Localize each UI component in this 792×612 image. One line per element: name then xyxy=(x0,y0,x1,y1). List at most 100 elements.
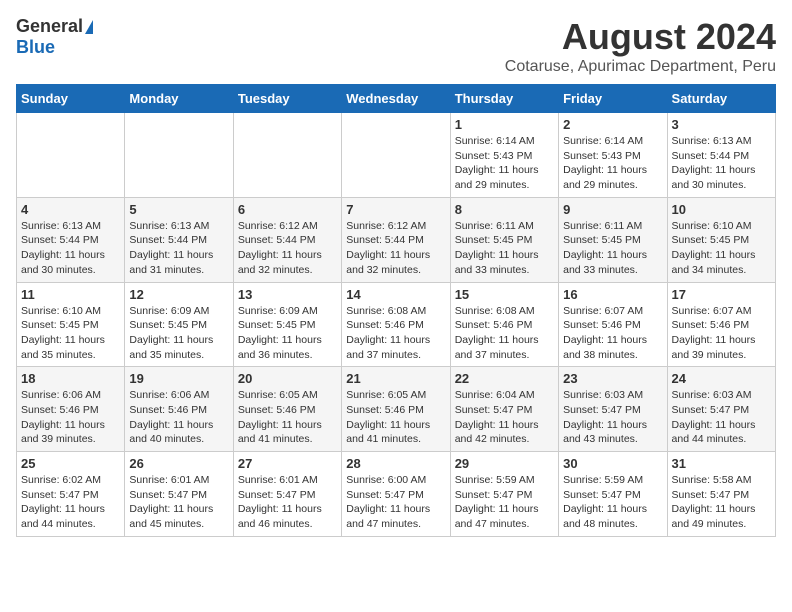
calendar-header-row: SundayMondayTuesdayWednesdayThursdayFrid… xyxy=(17,85,776,113)
calendar-day-cell: 26 Sunrise: 6:01 AM Sunset: 5:47 PM Dayli… xyxy=(125,452,233,537)
day-number: 20 xyxy=(238,371,337,386)
calendar-day-cell: 5 Sunrise: 6:13 AM Sunset: 5:44 PM Daylig… xyxy=(125,197,233,282)
calendar-week-row: 25 Sunrise: 6:02 AM Sunset: 5:47 PM Dayli… xyxy=(17,452,776,537)
day-info: Sunrise: 6:11 AM Sunset: 5:45 PM Dayligh… xyxy=(455,219,554,278)
day-number: 14 xyxy=(346,287,445,302)
day-number: 28 xyxy=(346,456,445,471)
day-number: 21 xyxy=(346,371,445,386)
day-info: Sunrise: 6:08 AM Sunset: 5:46 PM Dayligh… xyxy=(455,304,554,363)
calendar-day-cell: 19 Sunrise: 6:06 AM Sunset: 5:46 PM Dayli… xyxy=(125,367,233,452)
calendar-day-cell: 2 Sunrise: 6:14 AM Sunset: 5:43 PM Daylig… xyxy=(559,113,667,198)
calendar-day-header: Wednesday xyxy=(342,85,450,113)
day-info: Sunrise: 6:06 AM Sunset: 5:46 PM Dayligh… xyxy=(21,388,120,447)
calendar-day-cell: 14 Sunrise: 6:08 AM Sunset: 5:46 PM Dayli… xyxy=(342,282,450,367)
calendar-week-row: 4 Sunrise: 6:13 AM Sunset: 5:44 PM Daylig… xyxy=(17,197,776,282)
day-info: Sunrise: 6:05 AM Sunset: 5:46 PM Dayligh… xyxy=(238,388,337,447)
calendar-day-cell: 12 Sunrise: 6:09 AM Sunset: 5:45 PM Dayli… xyxy=(125,282,233,367)
calendar-day-cell: 29Sunrise: 5:59 AM Sunset: 5:47 PM Dayli… xyxy=(450,452,558,537)
calendar-week-row: 1 Sunrise: 6:14 AM Sunset: 5:43 PM Daylig… xyxy=(17,113,776,198)
logo-triangle-icon xyxy=(85,20,93,34)
page-header: General Blue August 2024 Cotaruse, Apuri… xyxy=(16,16,776,76)
logo-general-text: General xyxy=(16,16,83,37)
day-number: 7 xyxy=(346,202,445,217)
day-number: 9 xyxy=(563,202,662,217)
subtitle: Cotaruse, Apurimac Department, Peru xyxy=(505,58,776,76)
day-info: Sunrise: 6:01 AM Sunset: 5:47 PM Dayligh… xyxy=(238,473,337,532)
day-number: 22 xyxy=(455,371,554,386)
day-info: Sunrise: 6:09 AM Sunset: 5:45 PM Dayligh… xyxy=(238,304,337,363)
day-info: Sunrise: 6:07 AM Sunset: 5:46 PM Dayligh… xyxy=(563,304,662,363)
day-number: 2 xyxy=(563,117,662,132)
day-number: 19 xyxy=(129,371,228,386)
day-number: 29 xyxy=(455,456,554,471)
day-info: Sunrise: 6:03 AM Sunset: 5:47 PM Dayligh… xyxy=(563,388,662,447)
calendar-day-cell xyxy=(17,113,125,198)
calendar-day-cell: 17Sunrise: 6:07 AM Sunset: 5:46 PM Dayli… xyxy=(667,282,775,367)
day-number: 24 xyxy=(672,371,771,386)
day-info: Sunrise: 6:13 AM Sunset: 5:44 PM Dayligh… xyxy=(129,219,228,278)
calendar-day-cell: 7Sunrise: 6:12 AM Sunset: 5:44 PM Daylig… xyxy=(342,197,450,282)
day-info: Sunrise: 6:06 AM Sunset: 5:46 PM Dayligh… xyxy=(129,388,228,447)
day-info: Sunrise: 5:59 AM Sunset: 5:47 PM Dayligh… xyxy=(563,473,662,532)
logo: General Blue xyxy=(16,16,93,58)
calendar-day-cell: 18 Sunrise: 6:06 AM Sunset: 5:46 PM Dayli… xyxy=(17,367,125,452)
calendar-day-cell: 6Sunrise: 6:12 AM Sunset: 5:44 PM Daylig… xyxy=(233,197,341,282)
day-number: 13 xyxy=(238,287,337,302)
day-number: 18 xyxy=(21,371,120,386)
day-number: 4 xyxy=(21,202,120,217)
day-number: 8 xyxy=(455,202,554,217)
calendar-day-cell xyxy=(233,113,341,198)
day-number: 11 xyxy=(21,287,120,302)
day-info: Sunrise: 6:08 AM Sunset: 5:46 PM Dayligh… xyxy=(346,304,445,363)
main-title: August 2024 xyxy=(505,16,776,58)
day-number: 6 xyxy=(238,202,337,217)
calendar-day-header: Thursday xyxy=(450,85,558,113)
day-number: 3 xyxy=(672,117,771,132)
day-number: 1 xyxy=(455,117,554,132)
day-info: Sunrise: 6:14 AM Sunset: 5:43 PM Dayligh… xyxy=(563,134,662,193)
calendar-day-cell: 27 Sunrise: 6:01 AM Sunset: 5:47 PM Dayli… xyxy=(233,452,341,537)
calendar-day-cell: 23Sunrise: 6:03 AM Sunset: 5:47 PM Dayli… xyxy=(559,367,667,452)
day-info: Sunrise: 6:01 AM Sunset: 5:47 PM Dayligh… xyxy=(129,473,228,532)
calendar-day-cell: 11 Sunrise: 6:10 AM Sunset: 5:45 PM Dayli… xyxy=(17,282,125,367)
day-number: 5 xyxy=(129,202,228,217)
day-info: Sunrise: 6:11 AM Sunset: 5:45 PM Dayligh… xyxy=(563,219,662,278)
calendar-day-cell: 8 Sunrise: 6:11 AM Sunset: 5:45 PM Daylig… xyxy=(450,197,558,282)
calendar-day-cell: 28 Sunrise: 6:00 AM Sunset: 5:47 PM Dayli… xyxy=(342,452,450,537)
day-number: 26 xyxy=(129,456,228,471)
calendar-day-cell: 10Sunrise: 6:10 AM Sunset: 5:45 PM Dayli… xyxy=(667,197,775,282)
calendar-day-cell: 20 Sunrise: 6:05 AM Sunset: 5:46 PM Dayli… xyxy=(233,367,341,452)
calendar-day-cell: 4 Sunrise: 6:13 AM Sunset: 5:44 PM Daylig… xyxy=(17,197,125,282)
calendar-table: SundayMondayTuesdayWednesdayThursdayFrid… xyxy=(16,84,776,537)
day-number: 30 xyxy=(563,456,662,471)
calendar-day-header: Sunday xyxy=(17,85,125,113)
calendar-day-header: Saturday xyxy=(667,85,775,113)
day-info: Sunrise: 5:58 AM Sunset: 5:47 PM Dayligh… xyxy=(672,473,771,532)
day-info: Sunrise: 6:13 AM Sunset: 5:44 PM Dayligh… xyxy=(21,219,120,278)
logo-blue-text: Blue xyxy=(16,37,55,58)
day-info: Sunrise: 6:04 AM Sunset: 5:47 PM Dayligh… xyxy=(455,388,554,447)
calendar-day-cell: 31Sunrise: 5:58 AM Sunset: 5:47 PM Dayli… xyxy=(667,452,775,537)
day-info: Sunrise: 6:07 AM Sunset: 5:46 PM Dayligh… xyxy=(672,304,771,363)
day-info: Sunrise: 6:13 AM Sunset: 5:44 PM Dayligh… xyxy=(672,134,771,193)
calendar-week-row: 18 Sunrise: 6:06 AM Sunset: 5:46 PM Dayli… xyxy=(17,367,776,452)
calendar-day-cell xyxy=(342,113,450,198)
day-info: Sunrise: 6:03 AM Sunset: 5:47 PM Dayligh… xyxy=(672,388,771,447)
calendar-day-cell: 25 Sunrise: 6:02 AM Sunset: 5:47 PM Dayli… xyxy=(17,452,125,537)
day-info: Sunrise: 6:10 AM Sunset: 5:45 PM Dayligh… xyxy=(21,304,120,363)
calendar-day-cell: 24 Sunrise: 6:03 AM Sunset: 5:47 PM Dayli… xyxy=(667,367,775,452)
day-number: 25 xyxy=(21,456,120,471)
calendar-day-cell: 3 Sunrise: 6:13 AM Sunset: 5:44 PM Daylig… xyxy=(667,113,775,198)
day-number: 12 xyxy=(129,287,228,302)
calendar-day-cell: 30 Sunrise: 5:59 AM Sunset: 5:47 PM Dayli… xyxy=(559,452,667,537)
day-info: Sunrise: 6:02 AM Sunset: 5:47 PM Dayligh… xyxy=(21,473,120,532)
calendar-day-cell: 15Sunrise: 6:08 AM Sunset: 5:46 PM Dayli… xyxy=(450,282,558,367)
day-info: Sunrise: 6:09 AM Sunset: 5:45 PM Dayligh… xyxy=(129,304,228,363)
calendar-day-cell: 21Sunrise: 6:05 AM Sunset: 5:46 PM Dayli… xyxy=(342,367,450,452)
day-info: Sunrise: 6:10 AM Sunset: 5:45 PM Dayligh… xyxy=(672,219,771,278)
calendar-day-header: Tuesday xyxy=(233,85,341,113)
calendar-week-row: 11 Sunrise: 6:10 AM Sunset: 5:45 PM Dayli… xyxy=(17,282,776,367)
day-info: Sunrise: 6:00 AM Sunset: 5:47 PM Dayligh… xyxy=(346,473,445,532)
calendar-day-cell: 9 Sunrise: 6:11 AM Sunset: 5:45 PM Daylig… xyxy=(559,197,667,282)
day-number: 27 xyxy=(238,456,337,471)
